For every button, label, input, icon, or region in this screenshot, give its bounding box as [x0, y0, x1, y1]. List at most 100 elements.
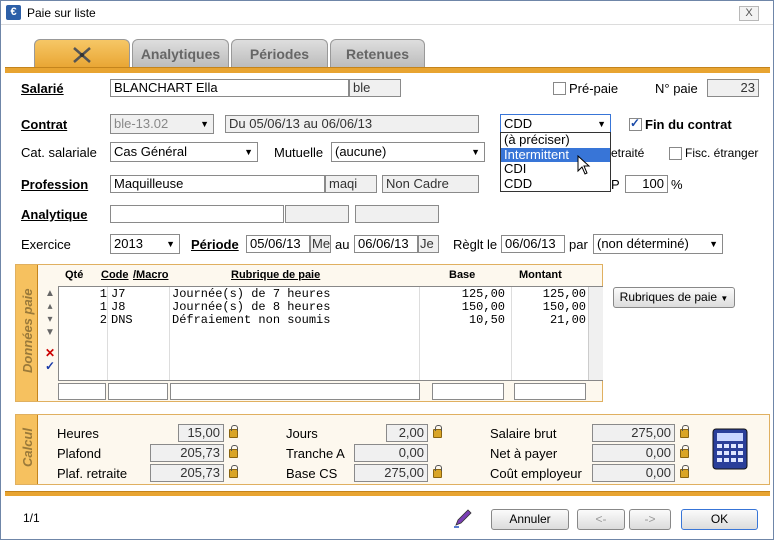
col-header-rubrique[interactable]: Rubrique de paie	[231, 269, 320, 281]
lock-icon[interactable]	[433, 465, 442, 478]
dropdown-option-cdd[interactable]: CDD	[501, 176, 610, 192]
p-label: P	[611, 177, 620, 192]
row2-base: 150,00	[461, 300, 505, 314]
analytique-label[interactable]: Analytique	[21, 207, 87, 222]
calculator-icon[interactable]	[712, 428, 748, 470]
plafret-label: Plaf. retraite	[57, 466, 128, 481]
contrat-label[interactable]: Contrat	[21, 117, 67, 132]
rubriques-grid[interactable]: 1 J7 Journée(s) de 7 heures 125,00 125,0…	[58, 286, 603, 381]
lock-icon[interactable]	[229, 425, 238, 438]
move-top-icon[interactable]: ▲	[43, 287, 57, 300]
tab-retenues[interactable]: Retenues	[330, 39, 425, 67]
edit-base-field[interactable]	[432, 383, 504, 400]
col-header-code[interactable]: Code	[101, 269, 129, 281]
reglt-date-field[interactable]: 06/06/13	[501, 235, 565, 253]
chevron-down-icon: ▼	[200, 119, 209, 129]
dropdown-option-cdi[interactable]: CDI	[501, 162, 610, 177]
profession-field[interactable]: Maquilleuse	[110, 175, 325, 193]
analytique-field[interactable]	[110, 205, 284, 223]
prepaie-label: Pré-paie	[569, 81, 619, 96]
tab-analytiques[interactable]: Analytiques	[132, 39, 229, 67]
npaie-label: N° paie	[655, 81, 698, 96]
lock-icon[interactable]	[229, 445, 238, 458]
fin-contrat-checkbox[interactable]	[629, 116, 642, 131]
par-select[interactable]: (non déterminé) ▼	[593, 234, 723, 254]
move-bottom-icon[interactable]: ▼	[43, 326, 57, 339]
pen-icon[interactable]	[453, 508, 473, 528]
move-down-icon[interactable]: ▾	[43, 313, 57, 326]
dropdown-option-intermittent[interactable]: Intermittent	[501, 147, 610, 162]
exercice-select[interactable]: 2013 ▼	[110, 234, 180, 254]
edit-qte-field[interactable]	[58, 383, 106, 400]
validate-icon[interactable]: ✓	[43, 360, 57, 373]
footer-bar	[5, 491, 770, 496]
retraite-label: etraité	[611, 146, 645, 160]
cat-label: Cat. salariale	[21, 145, 97, 160]
chevron-down-icon: ▼	[166, 239, 175, 249]
tab-periodes[interactable]: Périodes	[231, 39, 328, 67]
lock-icon[interactable]	[680, 465, 689, 478]
window-title: Paie sur liste	[27, 6, 96, 20]
salarie-name-field[interactable]: BLANCHART Ella	[110, 79, 349, 97]
salarie-code-field: ble	[349, 79, 401, 97]
grid-scrollbar[interactable]	[588, 287, 603, 380]
contrat-code-value: ble-13.02	[114, 116, 169, 131]
lock-icon[interactable]	[680, 445, 689, 458]
edit-rubrique-field[interactable]	[170, 383, 420, 400]
row3-base: 10,50	[468, 313, 505, 327]
cat-select[interactable]: Cas Général ▼	[110, 142, 258, 162]
row1-qte: 1	[99, 287, 107, 301]
prev-button[interactable]: <-	[577, 509, 625, 530]
prepaie-checkbox[interactable]	[553, 82, 566, 95]
rubriques-button[interactable]: Rubriques de paie ▼	[613, 287, 735, 308]
trancheA-value: 0,00	[354, 444, 428, 462]
periode-end-field[interactable]: 06/06/13	[354, 235, 418, 253]
brut-label: Salaire brut	[490, 426, 557, 441]
profession-status-field: Non Cadre	[382, 175, 479, 193]
window: € Paie sur liste X Analytiques Périodes …	[0, 0, 774, 540]
fisc-checkbox[interactable]	[669, 147, 682, 160]
next-button[interactable]: ->	[629, 509, 671, 530]
row1-montant: 125,00	[542, 287, 586, 301]
row2-montant: 150,00	[542, 300, 586, 314]
au-label: au	[335, 237, 350, 252]
annuler-button[interactable]: Annuler	[491, 509, 569, 530]
col-header-macro[interactable]: /Macro	[133, 269, 168, 281]
dropdown-option-a-preciser[interactable]: (à préciser)	[501, 133, 610, 148]
periode-start-field[interactable]: 05/06/13	[246, 235, 310, 253]
trancheA-label: Tranche A	[286, 446, 345, 461]
page-indicator: 1/1	[23, 511, 40, 525]
lock-icon[interactable]	[680, 425, 689, 438]
edit-montant-field[interactable]	[514, 383, 586, 400]
move-up-icon[interactable]: ▴	[43, 300, 57, 313]
row2-code: J8	[111, 300, 126, 314]
periode-end-day: Je	[418, 235, 439, 253]
edit-code-field[interactable]	[108, 383, 168, 400]
calcul-side-tab: Calcul	[16, 415, 38, 484]
net-value: 0,00	[592, 444, 675, 462]
par-value: (non déterminé)	[597, 236, 689, 251]
row3-rubrique: Défraiement non soumis	[172, 313, 331, 327]
periode-label[interactable]: Période	[191, 237, 239, 252]
close-button[interactable]: X	[739, 6, 759, 21]
ok-button[interactable]: OK	[681, 509, 758, 530]
npaie-field: 23	[707, 79, 759, 97]
row1-code: J7	[111, 287, 126, 301]
p-field[interactable]: 100	[625, 175, 668, 193]
tab-bar: Analytiques Périodes Retenues	[1, 39, 773, 69]
mutuelle-select[interactable]: (aucune) ▼	[331, 142, 485, 162]
tab-main[interactable]	[34, 39, 130, 69]
col-header-base: Base	[449, 269, 476, 281]
salarie-label[interactable]: Salarié	[21, 81, 64, 96]
donnees-side-label: Données paie	[20, 288, 35, 373]
row3-code: DNS	[111, 313, 133, 327]
cout-label: Coût employeur	[490, 466, 582, 481]
lock-icon[interactable]	[229, 465, 238, 478]
contrat-type-select[interactable]: CDD ▼	[500, 114, 611, 134]
cout-value: 0,00	[592, 464, 675, 482]
lock-icon[interactable]	[433, 425, 442, 438]
mutuelle-label: Mutuelle	[274, 145, 324, 160]
chevron-down-icon: ▼	[597, 119, 606, 129]
profession-label[interactable]: Profession	[21, 177, 88, 192]
exercice-value: 2013	[114, 236, 143, 251]
